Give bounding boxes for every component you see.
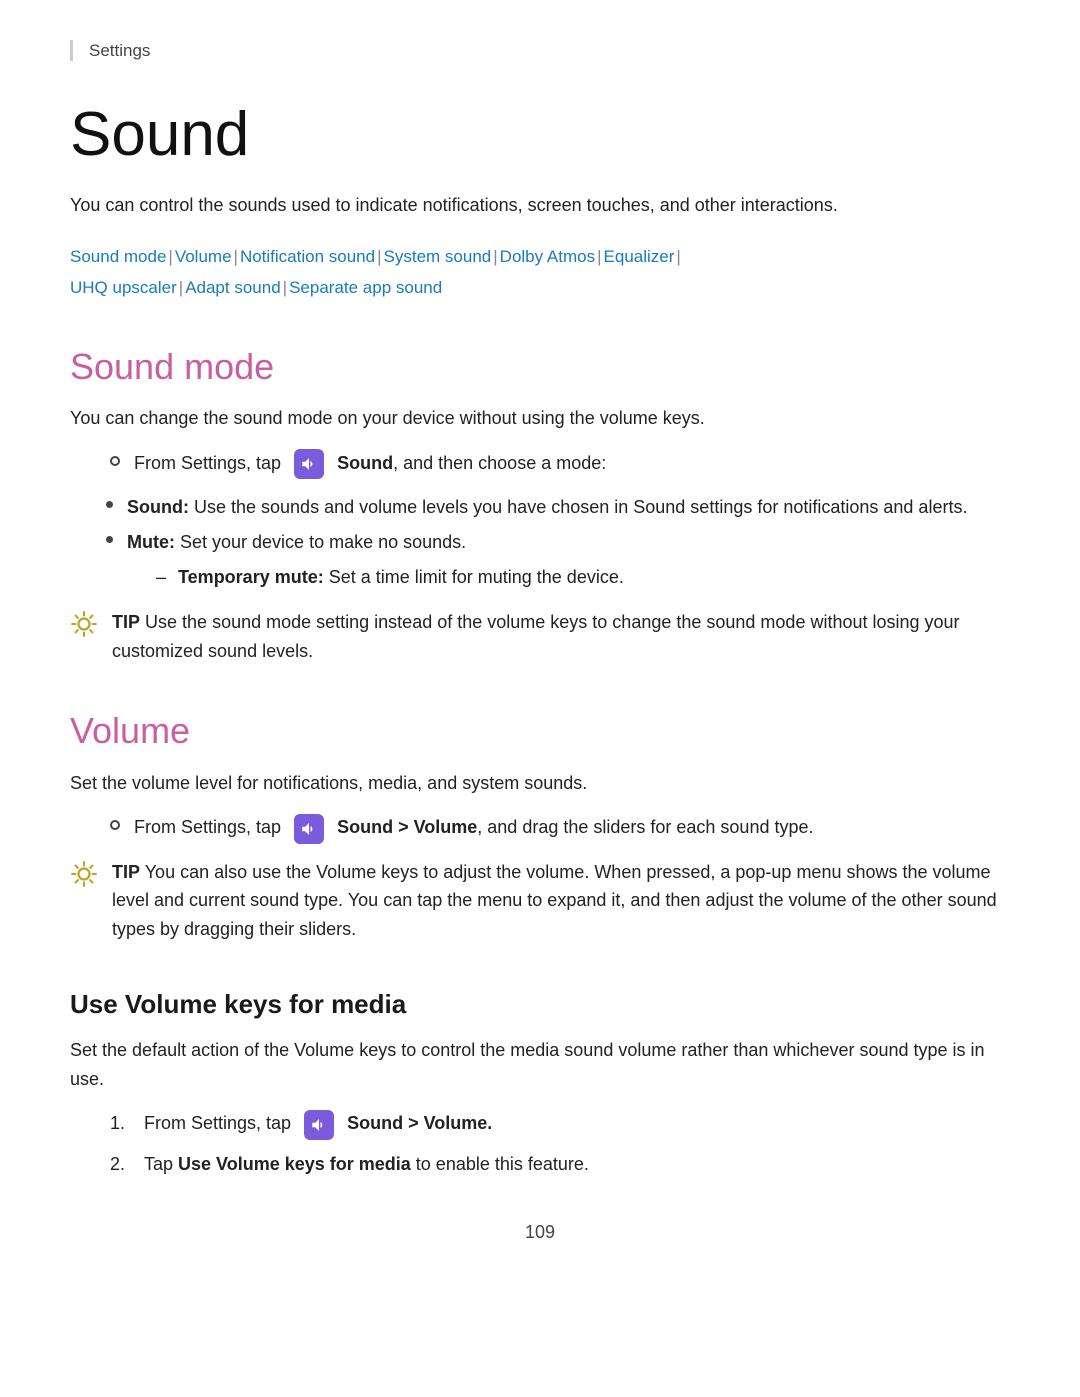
toc-link-separate-app-sound[interactable]: Separate app sound <box>289 278 442 297</box>
toc-link-uhq-upscaler[interactable]: UHQ upscaler <box>70 278 177 297</box>
page-title: Sound <box>70 101 1010 169</box>
bullet-dot-mute-icon <box>106 536 113 543</box>
use-volume-step-1: 1. From Settings, tap Sound > Volume. <box>110 1109 1010 1139</box>
sound-mode-sub-bullets: Sound: Use the sounds and volume levels … <box>106 493 1010 597</box>
use-volume-sound-icon-1 <box>304 1110 334 1140</box>
toc-link-adapt-sound[interactable]: Adapt sound <box>185 278 280 297</box>
bullet-dot-icon <box>106 501 113 508</box>
sound-mode-steps: From Settings, tap Sound, and then choos… <box>110 449 1010 479</box>
volume-tip: TIP You can also use the Volume keys to … <box>70 858 1010 944</box>
toc-link-notification-sound[interactable]: Notification sound <box>240 247 375 266</box>
use-volume-step-2: 2. Tap Use Volume keys for media to enab… <box>110 1150 1010 1179</box>
sound-mode-tip-text: TIP Use the sound mode setting instead o… <box>112 608 1010 666</box>
toc-link-system-sound[interactable]: System sound <box>384 247 492 266</box>
page-number: 109 <box>70 1222 1010 1243</box>
toc-links: Sound mode|Volume|Notification sound|Sys… <box>70 242 1010 303</box>
use-volume-steps: 1. From Settings, tap Sound > Volume. 2. <box>110 1109 1010 1178</box>
use-volume-section: Use Volume keys for media Set the defaul… <box>70 988 1010 1178</box>
sound-bullet-sound: Sound: Use the sounds and volume levels … <box>106 493 1010 522</box>
page-container: Settings Sound You can control the sound… <box>0 0 1080 1397</box>
sound-mode-tip: TIP Use the sound mode setting instead o… <box>70 608 1010 666</box>
sound-mode-description: You can change the sound mode on your de… <box>70 404 1010 433</box>
volume-steps: From Settings, tap Sound > Volume, and d… <box>110 813 1010 843</box>
volume-sound-icon-wrap <box>289 814 329 844</box>
sound-bullet-mute: Mute: Set your device to make no sounds.… <box>106 528 1010 598</box>
toc-link-volume[interactable]: Volume <box>175 247 232 266</box>
sound-mode-step: From Settings, tap Sound, and then choos… <box>110 449 1010 479</box>
volume-description: Set the volume level for notifications, … <box>70 769 1010 798</box>
volume-section: Volume Set the volume level for notifica… <box>70 709 1010 944</box>
sound-mode-section: Sound mode You can change the sound mode… <box>70 345 1010 665</box>
temporary-mute-item: – Temporary mute: Set a time limit for m… <box>156 563 624 592</box>
use-volume-sound-icon-wrap-1 <box>299 1110 339 1140</box>
use-volume-description: Set the default action of the Volume key… <box>70 1036 1010 1094</box>
volume-sun-tip-icon <box>70 860 98 893</box>
intro-text: You can control the sounds used to indic… <box>70 191 1010 220</box>
toc-link-dolby-atmos[interactable]: Dolby Atmos <box>500 247 595 266</box>
volume-sound-icon <box>294 814 324 844</box>
sound-icon <box>294 449 324 479</box>
sound-icon-wrap <box>289 449 329 479</box>
sun-tip-icon <box>70 610 98 643</box>
volume-bullet-circle-icon <box>110 820 120 830</box>
volume-heading: Volume <box>70 709 1010 752</box>
mute-sub-list: – Temporary mute: Set a time limit for m… <box>156 563 624 598</box>
bullet-circle-icon <box>110 456 120 466</box>
toc-link-sound-mode[interactable]: Sound mode <box>70 247 166 266</box>
toc-link-equalizer[interactable]: Equalizer <box>604 247 675 266</box>
step-text: From Settings, tap Sound, and then choos… <box>134 449 606 479</box>
volume-step-text: From Settings, tap Sound > Volume, and d… <box>134 813 814 843</box>
breadcrumb: Settings <box>70 40 1010 61</box>
sound-mode-heading: Sound mode <box>70 345 1010 388</box>
volume-step: From Settings, tap Sound > Volume, and d… <box>110 813 1010 843</box>
volume-tip-text: TIP You can also use the Volume keys to … <box>112 858 1010 944</box>
use-volume-heading: Use Volume keys for media <box>70 988 1010 1022</box>
